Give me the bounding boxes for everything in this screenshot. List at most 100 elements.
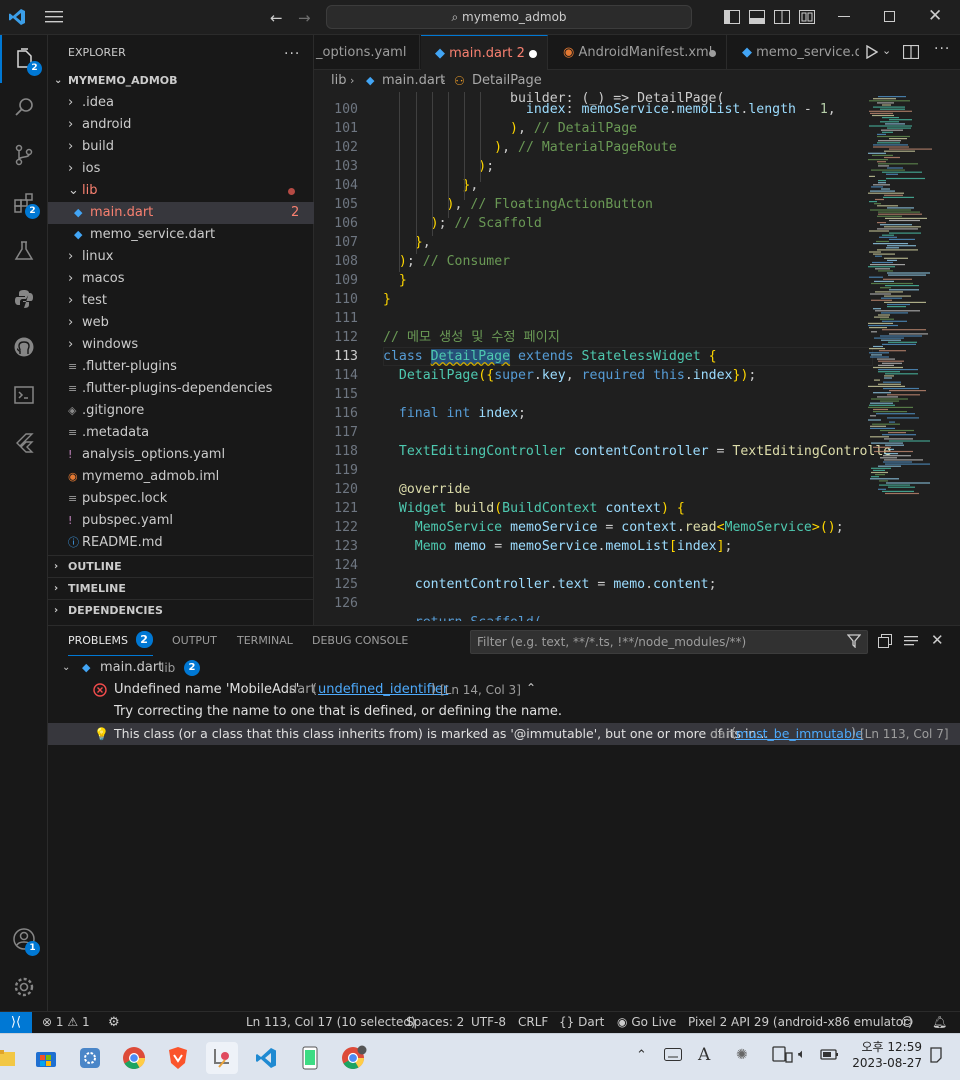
tree-item[interactable]: ◆ main.dart 2	[48, 202, 314, 224]
toggle-secondary-sidebar-icon[interactable]	[774, 10, 790, 24]
store-app-icon[interactable]	[30, 1042, 62, 1074]
tree-item[interactable]: ! analysis_options.yaml	[48, 444, 314, 466]
tree-item[interactable]: ≡ .flutter-plugins-dependencies	[48, 378, 314, 400]
tree-item[interactable]: › macos	[48, 268, 314, 290]
tree-item[interactable]: ⓘ README.md	[48, 532, 314, 554]
collapse-all-icon[interactable]	[878, 634, 892, 648]
testing-icon[interactable]	[0, 227, 48, 275]
flutter-icon[interactable]	[0, 419, 48, 467]
minimize-icon[interactable]	[838, 16, 850, 17]
tree-item[interactable]: › linux	[48, 246, 314, 268]
settings-gear-icon[interactable]	[0, 963, 48, 1011]
tree-item[interactable]: › ios	[48, 158, 314, 180]
more-actions-icon[interactable]: ···	[934, 41, 950, 57]
clock[interactable]: 오후 12:59 2023-08-27	[852, 1039, 922, 1071]
tree-item[interactable]: ◈ .gitignore	[48, 400, 314, 422]
tree-item[interactable]: › .idea	[48, 92, 314, 114]
language-mode[interactable]: {} Dart	[559, 1012, 604, 1033]
menu-icon[interactable]	[45, 10, 63, 24]
cursor-position[interactable]: Ln 113, Col 17 (10 selected)	[246, 1012, 416, 1033]
chevron-up-icon[interactable]: ⌃	[636, 1048, 647, 1063]
tab-problems[interactable]: PROBLEMS 2	[68, 626, 153, 656]
split-editor-icon[interactable]	[903, 45, 919, 59]
display-icon[interactable]	[772, 1046, 794, 1064]
tray-app-icon[interactable]: ✺	[736, 1047, 748, 1063]
tree-item[interactable]: › windows	[48, 334, 314, 356]
minimap[interactable]	[866, 92, 948, 512]
unsaved-dot-icon[interactable]	[529, 50, 537, 58]
notifications-icon[interactable]	[928, 1047, 944, 1063]
breadcrumb-lib[interactable]: lib	[331, 70, 346, 92]
tab-terminal[interactable]: TERMINAL	[237, 626, 293, 656]
chrome-profile-app-icon[interactable]	[338, 1042, 370, 1074]
section-timeline[interactable]: › TIMELINE	[48, 577, 314, 599]
command-center-search[interactable]: ⌕ mymemo_admob	[326, 5, 692, 29]
remote-icon[interactable]: ⟩⟨	[0, 1012, 32, 1033]
toggle-sidebar-icon[interactable]	[724, 10, 740, 24]
tree-item[interactable]: ◉ mymemo_admob.iml	[48, 466, 314, 488]
problems-filter-input[interactable]: Filter (e.g. text, **/*.ts, !**/node_mod…	[470, 630, 868, 654]
customize-layout-icon[interactable]	[799, 10, 815, 24]
tab-debug-console[interactable]: DEBUG CONSOLE	[312, 626, 408, 656]
tree-item[interactable]: › build	[48, 136, 314, 158]
filter-icon[interactable]	[847, 634, 861, 648]
flutter-device[interactable]: Pixel 2 API 29 (android-x86 emulator)	[688, 1012, 913, 1033]
run-icon[interactable]	[866, 45, 878, 59]
tree-item[interactable]: ≡ pubspec.lock	[48, 488, 314, 510]
accounts-icon[interactable]: 1	[0, 915, 48, 963]
github-icon[interactable]	[0, 323, 48, 371]
feedback-icon[interactable]: ☺	[901, 1012, 914, 1033]
unsaved-dot-icon[interactable]	[709, 50, 716, 57]
tree-item[interactable]: › test	[48, 290, 314, 312]
more-actions-icon[interactable]: ...	[284, 35, 300, 70]
vscode-app-icon[interactable]	[250, 1042, 282, 1074]
problems-status[interactable]: ⊗ 1 ⚠ 1	[42, 1012, 90, 1033]
forward-arrow-icon[interactable]: →	[298, 9, 311, 27]
tree-item[interactable]: › web	[48, 312, 314, 334]
snipping-app-icon[interactable]	[206, 1042, 238, 1074]
python-icon[interactable]	[0, 275, 48, 323]
tab-analysis-options[interactable]: _options.yaml	[314, 35, 420, 70]
code-editor[interactable]: builder: (_) => DetailPage(100 index: me…	[314, 92, 960, 621]
source-control-icon[interactable]	[0, 131, 48, 179]
rule-link[interactable]: undefined_identifier	[318, 679, 448, 701]
extensions-icon[interactable]: 2	[0, 179, 48, 227]
search-icon[interactable]	[0, 83, 48, 131]
tree-item[interactable]: ⌄ lib	[48, 180, 314, 202]
go-live[interactable]: ◉ Go Live	[617, 1012, 676, 1033]
section-dependencies[interactable]: › DEPENDENCIES	[48, 599, 314, 621]
chevron-down-icon[interactable]: ⌄	[882, 44, 891, 57]
tree-item[interactable]: ≡ .metadata	[48, 422, 314, 444]
keyboard-icon[interactable]	[664, 1048, 682, 1062]
tab-main-dart[interactable]: ◆ main.dart 2	[421, 35, 548, 70]
notifications-bell-icon[interactable]: 🔔︎	[932, 1012, 947, 1033]
explorer-icon[interactable]: 2	[0, 35, 48, 83]
encoding[interactable]: UTF-8	[471, 1012, 506, 1033]
tab-memo-service[interactable]: ◆ memo_service.da	[728, 35, 859, 70]
tree-item[interactable]: ◆ memo_service.dart	[48, 224, 314, 246]
tree-item[interactable]: ! pubspec.yaml	[48, 510, 314, 532]
breadcrumb-main-dart[interactable]: main.dart	[382, 70, 445, 92]
project-root[interactable]: ⌄ MYMEMO_ADMOB	[48, 70, 314, 92]
tree-item[interactable]: ≡ .flutter-plugins	[48, 356, 314, 378]
problem-row-info[interactable]: 💡 This class (or a class that this class…	[48, 723, 960, 745]
folder-app-icon[interactable]	[0, 1042, 22, 1074]
chevron-up-icon[interactable]: ⌃	[526, 677, 536, 699]
ime-icon[interactable]: A	[698, 1045, 710, 1065]
brave-app-icon[interactable]	[162, 1042, 194, 1074]
problem-row-error[interactable]: Undefined name 'MobileAds'. dart ( undef…	[48, 679, 960, 701]
debug-icon[interactable]: ⚙	[108, 1012, 120, 1033]
back-arrow-icon[interactable]: ←	[270, 9, 283, 27]
toggle-panel-icon[interactable]	[749, 10, 765, 24]
line-ending[interactable]: CRLF	[518, 1012, 548, 1033]
tab-android-manifest[interactable]: ◉ AndroidManifest.xml	[549, 35, 727, 70]
tab-output[interactable]: OUTPUT	[172, 626, 217, 656]
android-emulator-app-icon[interactable]	[294, 1042, 326, 1074]
breadcrumb-detailpage[interactable]: DetailPage	[472, 70, 542, 92]
section-outline[interactable]: › OUTLINE	[48, 555, 314, 577]
problems-file-row[interactable]: ⌄ ◆ main.dart lib 2	[48, 657, 960, 679]
rule-link[interactable]: must_be_immutable	[736, 723, 863, 745]
terminal-icon[interactable]	[0, 371, 48, 419]
close-panel-icon[interactable]: ✕	[931, 631, 944, 649]
settings-app-icon[interactable]	[74, 1042, 106, 1074]
